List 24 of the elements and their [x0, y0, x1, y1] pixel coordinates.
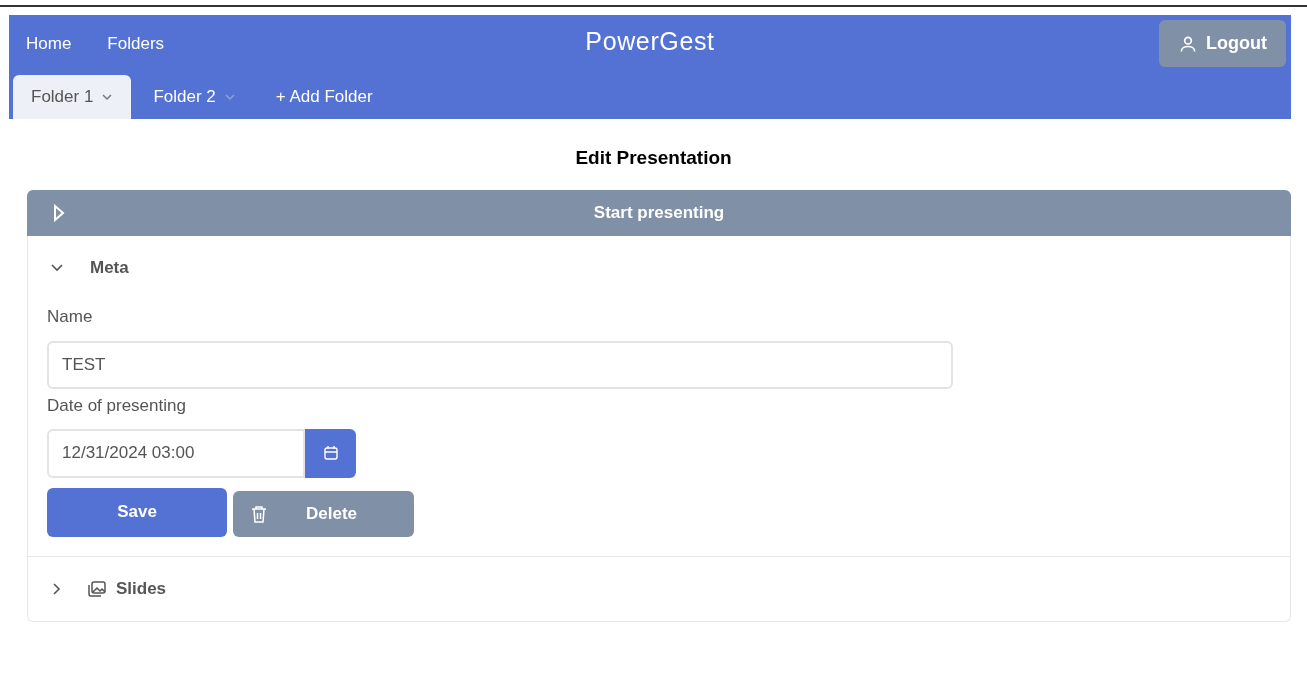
folder-tab[interactable]: Folder 1 — [13, 75, 132, 119]
image-icon — [88, 580, 106, 597]
nav-link[interactable]: Folders — [107, 31, 165, 57]
play-icon — [53, 203, 65, 222]
caret-icon — [101, 91, 114, 103]
logout-button[interactable]: Logout — [1159, 20, 1286, 67]
section-header[interactable]: Meta — [28, 235, 151, 300]
caret-icon — [223, 91, 236, 103]
name-field[interactable]: TEST — [47, 341, 953, 389]
section-header[interactable]: Slides — [28, 556, 189, 621]
date-field[interactable]: 12/31/2024 03:00 — [47, 428, 305, 478]
save-button[interactable]: Save — [47, 487, 227, 537]
field-label: Name — [47, 305, 94, 328]
folder-tab[interactable]: Folder 2 — [135, 75, 254, 119]
delete-button[interactable]: Delete — [233, 490, 414, 537]
field-label: Date of presenting — [47, 395, 187, 417]
calendar-icon — [322, 445, 339, 461]
nav-link[interactable]: Home — [26, 31, 72, 57]
start-presenting-button[interactable]: Start presenting — [27, 189, 1291, 236]
add-folder-button[interactable]: + Add Folder — [257, 75, 391, 119]
page-heading: Edit Presentation — [574, 146, 733, 170]
trash-icon — [251, 504, 267, 523]
calendar-button[interactable] — [305, 428, 356, 478]
app-title: PowerGest — [585, 26, 715, 57]
